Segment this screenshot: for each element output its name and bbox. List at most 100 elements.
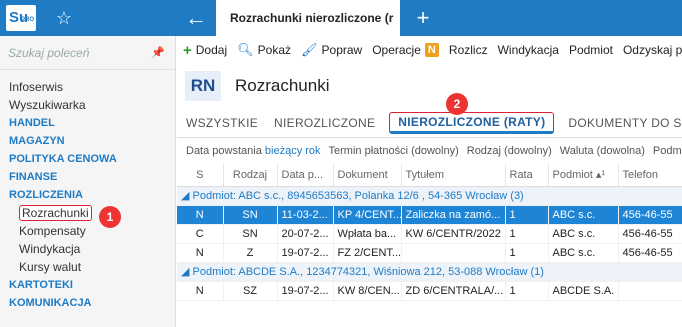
n-badge-icon: N	[424, 43, 439, 57]
sidebar-item-kompensaty[interactable]: Kompensaty	[0, 222, 175, 240]
cell-s: N	[177, 243, 224, 263]
cell-s: N	[177, 205, 224, 225]
collection-button[interactable]: Windykacja	[498, 43, 559, 57]
filter-rodzaj[interactable]: Rodzaj (dowolny)	[467, 145, 552, 157]
cell-telefon	[618, 281, 682, 301]
recover-label: Odzyskaj pien	[622, 43, 682, 57]
group-label: ◢ Podmiot: ABCDE S.A., 1234774321, Wiśni…	[177, 262, 682, 282]
sidebar-item-rozrachunki[interactable]: Rozrachunki	[0, 204, 175, 222]
view-tabs: WSZYSTKIE NIEROZLICZONE NIEROZLICZONE (R…	[177, 108, 682, 138]
cell-telefon: 456-46-55	[618, 243, 682, 263]
group-label: ◢ Podmiot: ABC s.c., 8945653563, Polanka…	[177, 186, 682, 206]
sidebar-section-komunikacja[interactable]: KOMUNIKACJA	[0, 294, 175, 312]
cell-tytulem: ZD 6/CENTRALA/...	[401, 281, 506, 301]
table-row[interactable]: C SN 20-07-2... Wpłata ba... KW 6/CENTR/…	[177, 224, 682, 244]
add-label: Dodaj	[195, 43, 228, 57]
entity-label: Podmiot	[568, 43, 613, 57]
sidebar-section-handel[interactable]: HANDEL	[0, 114, 175, 132]
toolbar: + Dodaj 🔍︎ Pokaż 🖌︎ Popraw Operacje N Rozlic…	[177, 36, 682, 64]
collection-label: Windykacja	[497, 43, 559, 57]
col-header-s[interactable]: S	[177, 164, 224, 187]
search-icon: 🔍︎	[237, 42, 254, 57]
app-logo[interactable]: Su PRO	[0, 0, 42, 36]
col-header-podmiot[interactable]: Podmiot ▴¹	[548, 164, 619, 187]
sidebar-section-polityka-cenowa[interactable]: POLITYKA CENOWA	[0, 150, 175, 168]
tab-rozrachunki[interactable]: Rozrachunki nierozliczone (r	[216, 0, 400, 36]
cell-rata: 1	[505, 243, 549, 263]
edit-label: Popraw	[321, 43, 363, 57]
cell-podmiot: ABC s.c.	[548, 224, 619, 244]
sidebar-section-rozliczenia[interactable]: ROZLICZENIA	[0, 186, 175, 204]
col-header-rodzaj[interactable]: Rodzaj	[223, 164, 278, 187]
col-header-rata[interactable]: Rata	[505, 164, 549, 187]
pin-icon[interactable]: 📌	[151, 46, 165, 59]
cell-data: 19-07-2...	[277, 281, 334, 301]
add-button[interactable]: + Dodaj	[183, 42, 227, 59]
sidebar-item-wyszukiwarka[interactable]: Wyszukiwarka	[0, 96, 175, 114]
cell-rodzaj: SZ	[223, 281, 278, 301]
table-row[interactable]: N Z 19-07-2... FZ 2/CENT... 1 ABC s.c. 4…	[177, 243, 682, 263]
sidebar-item-infoserwis[interactable]: Infoserwis	[0, 78, 175, 96]
group-row[interactable]: ◢ Podmiot: ABC s.c., 8945653563, Polanka…	[177, 186, 682, 206]
cell-dokument: Wpłata ba...	[333, 224, 402, 244]
table-row[interactable]: N SZ 19-07-2... KW 8/CEN... ZD 6/CENTRAL…	[177, 281, 682, 301]
top-bar: Su PRO ☆ ← Rozrachunki nierozliczone (r …	[0, 0, 682, 36]
sidebar-section-finanse[interactable]: FINANSE	[0, 168, 175, 186]
show-label: Pokaż	[257, 43, 291, 57]
tab-nierozliczone-raty[interactable]: NIEROZLICZONE (RATY)	[389, 111, 555, 134]
operations-label: Operacje	[372, 43, 421, 57]
settle-label: Rozlicz	[448, 43, 488, 57]
topbar-spacer	[86, 0, 176, 36]
cell-rodzaj: SN	[223, 224, 278, 244]
plus-icon: +	[183, 41, 192, 59]
main-panel: + Dodaj 🔍︎ Pokaż 🖌︎ Popraw Operacje N Rozlic…	[177, 36, 682, 327]
sidebar-section-kartoteki[interactable]: KARTOTEKI	[0, 276, 175, 294]
filter-podmiot[interactable]: Podm	[653, 145, 682, 157]
page-header: RN Rozrachunki	[177, 64, 682, 108]
table-row[interactable]: N SN 11-03-2... KP 4/CENT... Zaliczka na…	[177, 205, 682, 225]
operations-button[interactable]: Operacje N	[372, 43, 439, 57]
cell-rata: 1	[505, 205, 549, 225]
cell-rata: 1	[505, 224, 549, 244]
filter-bar: Data powstania bieżący rok Termin płatno…	[177, 138, 682, 164]
show-button[interactable]: 🔍︎ Pokaż	[237, 42, 291, 58]
filter-waluta[interactable]: Waluta (dowolna)	[560, 145, 645, 157]
col-header-data[interactable]: Data p...	[277, 164, 334, 187]
back-arrow-icon[interactable]: ←	[176, 0, 216, 36]
filter-termin[interactable]: Termin płatności (dowolny)	[329, 145, 459, 157]
command-search-input[interactable]: Szukaj poleceń 📌	[0, 36, 175, 70]
cell-podmiot: ABCDE S.A.	[548, 281, 619, 301]
cell-data: 19-07-2...	[277, 243, 334, 263]
tab-dokumenty-do-skor[interactable]: DOKUMENTY DO SKOR	[560, 108, 682, 137]
brush-icon: 🖌︎	[301, 42, 318, 57]
filter-data-powstania[interactable]: Data powstania bieżący rok	[186, 145, 321, 157]
col-header-dokument[interactable]: Dokument	[333, 164, 402, 187]
table-header-row: S Rodzaj Data p... Dokument Tytułem Rata…	[177, 164, 682, 187]
cell-dokument: FZ 2/CENT...	[333, 243, 402, 263]
cell-podmiot: ABC s.c.	[548, 205, 619, 225]
tab-nierozliczone[interactable]: NIEROZLICZONE	[266, 108, 383, 137]
entity-button[interactable]: Podmiot	[569, 43, 613, 57]
settle-button[interactable]: Rozlicz	[449, 43, 488, 57]
cell-telefon: 456-46-55	[618, 205, 682, 225]
sidebar-section-magazyn[interactable]: MAGAZYN	[0, 132, 175, 150]
cell-data: 20-07-2...	[277, 224, 334, 244]
edit-button[interactable]: 🖌︎ Popraw	[301, 42, 362, 58]
col-header-telefon[interactable]: Telefon	[618, 164, 682, 187]
cell-tytulem	[401, 243, 506, 263]
sidebar-item-windykacja[interactable]: Windykacja	[0, 240, 175, 258]
tab-wszystkie[interactable]: WSZYSTKIE	[186, 108, 266, 137]
new-tab-plus-icon[interactable]: +	[400, 0, 446, 36]
cell-rodzaj: SN	[223, 205, 278, 225]
recover-button[interactable]: Odzyskaj pien	[623, 43, 682, 57]
cell-s: N	[177, 281, 224, 301]
cell-s: C	[177, 224, 224, 244]
group-row[interactable]: ◢ Podmiot: ABCDE S.A., 1234774321, Wiśni…	[177, 262, 682, 282]
callout-badge-2: 2	[446, 93, 468, 115]
cell-telefon: 456-46-55	[618, 224, 682, 244]
cell-dokument: KW 8/CEN...	[333, 281, 402, 301]
sidebar-item-kursy-walut[interactable]: Kursy walut	[0, 258, 175, 276]
favorites-star-icon[interactable]: ☆	[42, 0, 86, 36]
filter-data-label: Data powstania	[186, 145, 262, 157]
col-header-tytulem[interactable]: Tytułem	[401, 164, 506, 187]
